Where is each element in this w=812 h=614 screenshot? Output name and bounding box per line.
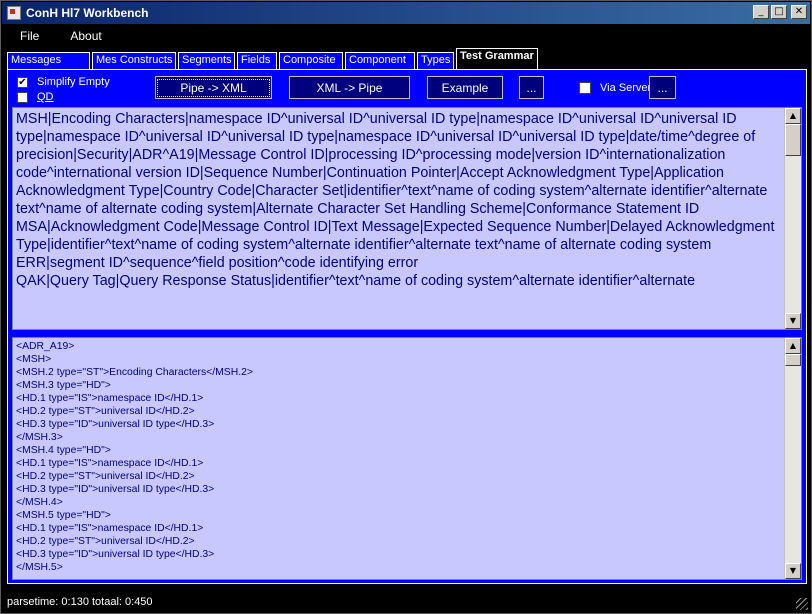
scroll-down-icon[interactable]: ▼ <box>785 313 801 329</box>
tab-strip: Messages Mes Constructs Segments Fields … <box>7 47 540 69</box>
close-button[interactable]: ✕ <box>791 5 807 19</box>
resize-grip-icon[interactable] <box>796 598 808 610</box>
example-button[interactable]: Example <box>427 76 503 99</box>
simplify-empty-option[interactable]: ✔ Simplify Empty <box>17 76 110 88</box>
tab-mes-constructs[interactable]: Mes Constructs <box>92 52 176 69</box>
minimize-button[interactable]: _ <box>753 5 769 19</box>
scroll-up-icon[interactable]: ▲ <box>785 108 801 124</box>
ellipsis-button-2[interactable]: ... <box>649 76 676 99</box>
menu-bar: File About <box>2 25 810 46</box>
via-server-label: Via Server <box>600 82 652 94</box>
pipe-to-xml-label: Pipe -> XML <box>157 78 270 97</box>
window-title: ConH Hl7 Workbench <box>26 6 149 20</box>
pipe-to-xml-button[interactable]: Pipe -> XML <box>155 76 272 99</box>
tab-composite[interactable]: Composite <box>279 52 343 69</box>
tab-test-grammar[interactable]: Test Grammar <box>456 48 538 69</box>
simplify-empty-label: Simplify Empty <box>37 76 110 88</box>
ellipsis-button-1[interactable]: ... <box>519 76 544 99</box>
xml-scrollbar[interactable]: ▲ ▼ <box>784 338 801 579</box>
tab-component[interactable]: Component <box>345 52 415 69</box>
parse-time-status: parsetime: 0:130 totaal: 0:450 <box>7 595 153 608</box>
via-server-option[interactable]: Via Server <box>579 82 651 94</box>
menu-about[interactable]: About <box>52 29 114 43</box>
qd-label: QD <box>37 91 54 103</box>
window-controls: _ □ ✕ <box>753 5 807 19</box>
title-bar[interactable]: ConH Hl7 Workbench _ □ ✕ <box>2 2 810 24</box>
menu-file[interactable]: File <box>2 29 52 43</box>
status-bar: parsetime: 0:130 totaal: 0:450 <box>2 591 810 612</box>
app-icon[interactable] <box>7 6 21 20</box>
scroll-thumb[interactable] <box>785 124 801 156</box>
simplify-empty-checkbox[interactable]: ✔ <box>17 76 28 88</box>
hl7-scrollbar[interactable]: ▲ ▼ <box>784 108 801 329</box>
hl7-message-text[interactable]: MSH|Encoding Characters|namespace ID^uni… <box>16 110 781 290</box>
xml-output-text[interactable]: <ADR_A19> <MSH> <MSH.2 type="ST">Encodin… <box>16 340 781 574</box>
maximize-button[interactable]: □ <box>771 5 787 19</box>
xml-to-pipe-button[interactable]: XML -> Pipe <box>289 76 410 99</box>
scroll-up-icon[interactable]: ▲ <box>785 338 801 354</box>
tab-fields[interactable]: Fields <box>237 52 277 69</box>
via-server-checkbox[interactable] <box>579 82 591 94</box>
xml-output-box[interactable]: <ADR_A19> <MSH> <MSH.2 type="ST">Encodin… <box>12 337 802 580</box>
test-grammar-panel: ✔ Simplify Empty QD Pipe -> XML XML -> P… <box>7 69 807 584</box>
main-window: ConH Hl7 Workbench _ □ ✕ File About Mess… <box>0 0 812 614</box>
scroll-down-icon[interactable]: ▼ <box>785 563 801 579</box>
qd-checkbox[interactable] <box>17 91 28 103</box>
hl7-input-box[interactable]: MSH|Encoding Characters|namespace ID^uni… <box>12 107 802 330</box>
scroll-thumb[interactable] <box>785 354 801 366</box>
tab-types[interactable]: Types <box>417 52 454 69</box>
tab-segments[interactable]: Segments <box>178 52 235 69</box>
qd-option[interactable]: QD <box>17 91 54 103</box>
tab-messages[interactable]: Messages <box>7 52 90 69</box>
